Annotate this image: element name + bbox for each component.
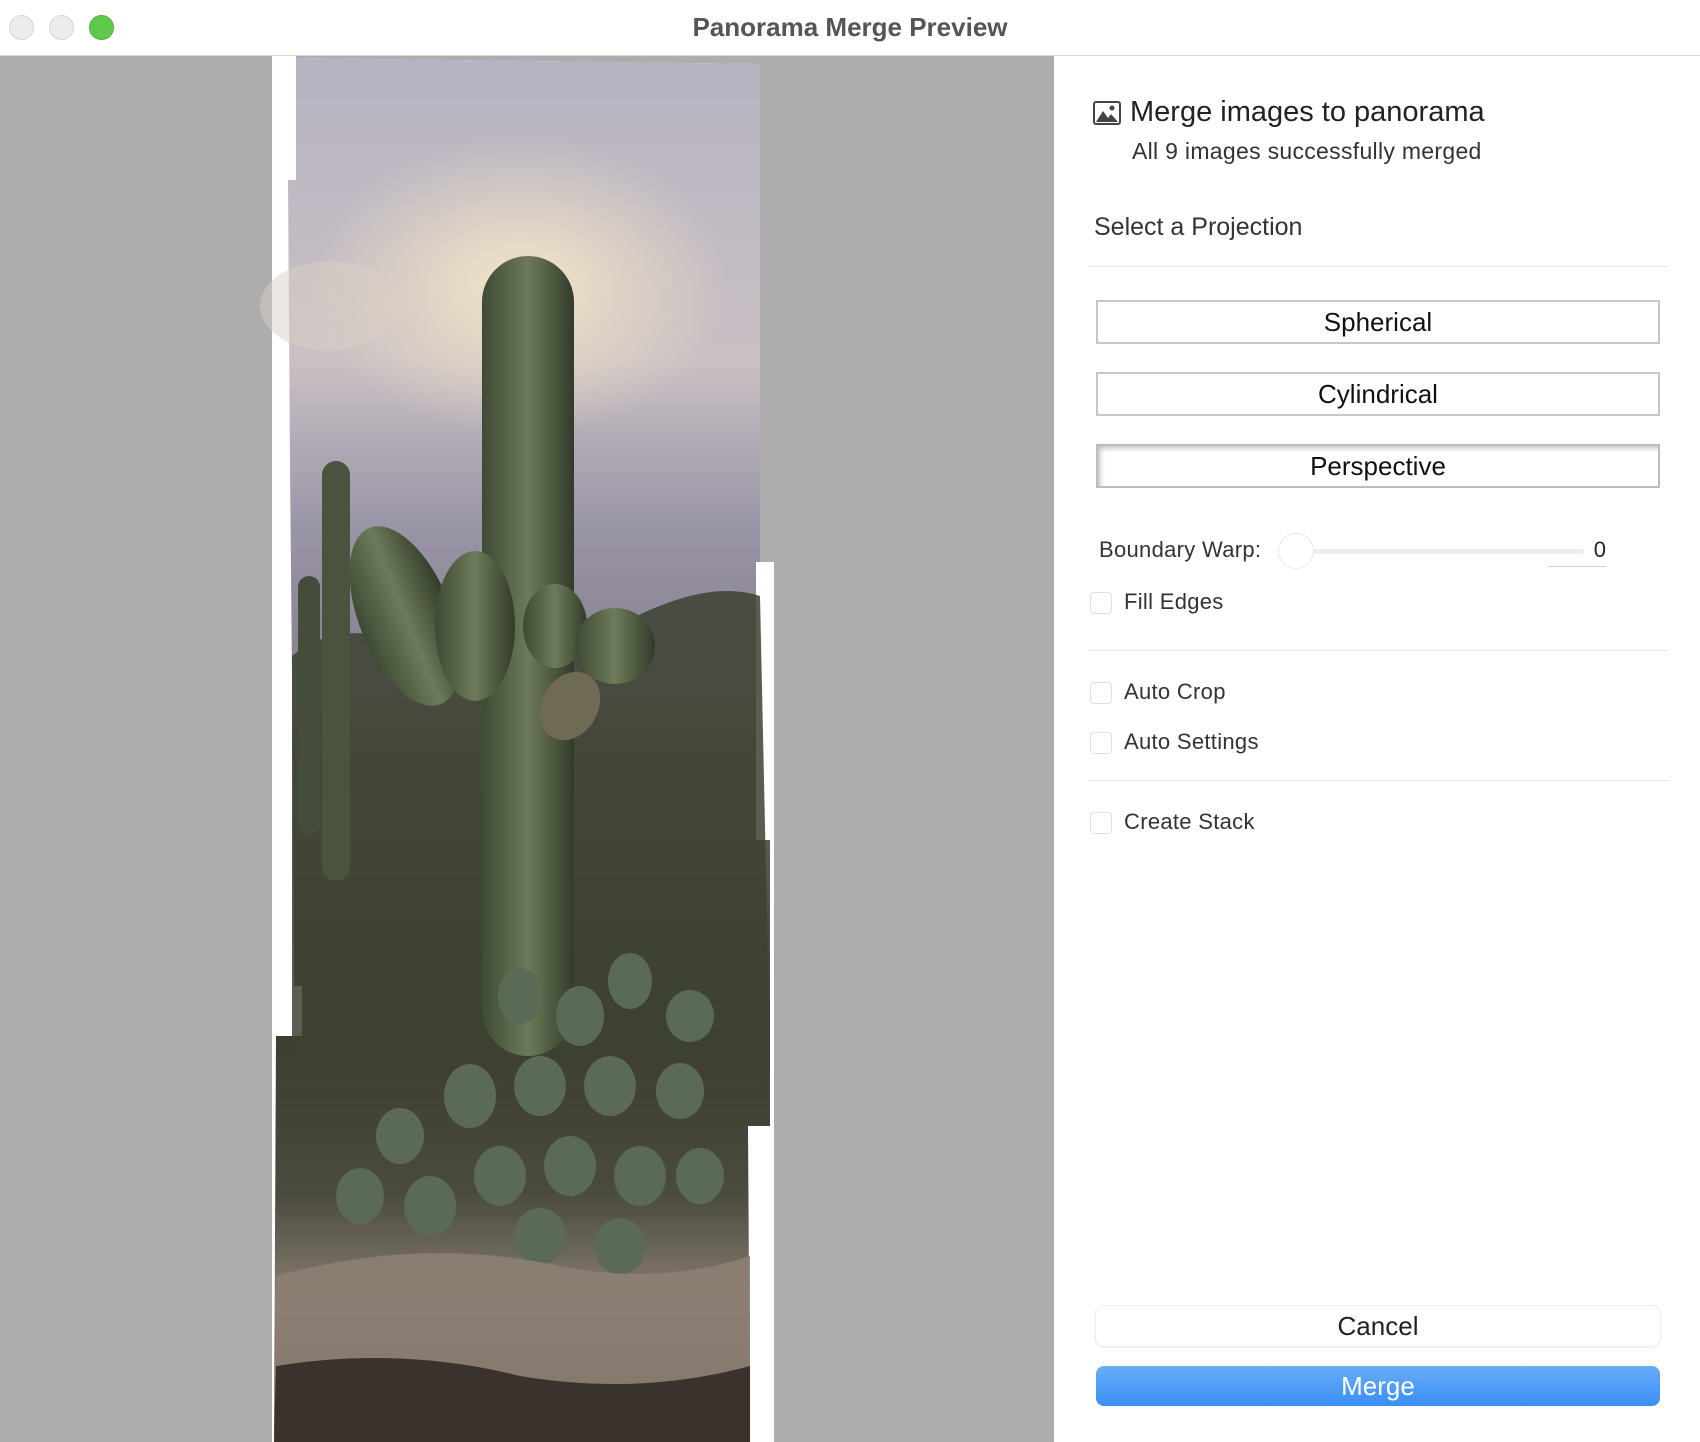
boundary-warp-label: Boundary Warp: (1099, 537, 1262, 562)
background-cactus (298, 576, 320, 836)
auto-crop-label: Auto Crop (1124, 679, 1226, 704)
fill-edges-label: Fill Edges (1124, 589, 1224, 614)
merge-button[interactable]: Merge (1096, 1366, 1660, 1406)
image-icon (1093, 101, 1121, 125)
divider (1088, 780, 1668, 781)
background-cactus (322, 461, 350, 881)
auto-crop-checkbox[interactable] (1090, 682, 1112, 704)
panorama-merge-window: Panorama Merge Preview Merge images to p… (0, 0, 1700, 1442)
spherical-projection-button[interactable]: Spherical (1096, 300, 1660, 344)
divider (1088, 266, 1668, 267)
merge-options-panel: Merge images to panorama All 9 images su… (1054, 56, 1700, 1442)
zoom-window-button[interactable] (89, 15, 114, 40)
title-bar: Panorama Merge Preview (0, 0, 1700, 56)
cancel-button[interactable]: Cancel (1096, 1306, 1660, 1346)
fill-edges-checkbox[interactable] (1090, 592, 1112, 614)
panel-title: Merge images to panorama (1130, 96, 1485, 128)
divider (1088, 650, 1668, 651)
saguaro-arm (575, 608, 655, 684)
close-window-button[interactable] (9, 15, 34, 40)
panorama-preview-area (0, 56, 1054, 1442)
auto-settings-label: Auto Settings (1124, 729, 1259, 754)
create-stack-checkbox[interactable] (1090, 812, 1112, 834)
cylindrical-projection-button[interactable]: Cylindrical (1096, 372, 1660, 416)
perspective-projection-button[interactable]: Perspective (1096, 444, 1660, 488)
panorama-preview-image (260, 56, 774, 1442)
cloud (260, 261, 400, 351)
create-stack-label: Create Stack (1124, 809, 1255, 834)
boundary-warp-slider-track[interactable] (1294, 549, 1584, 554)
window-title: Panorama Merge Preview (692, 12, 1008, 42)
saguaro-arm (435, 551, 515, 701)
minimize-window-button[interactable] (49, 15, 74, 40)
auto-settings-checkbox[interactable] (1090, 732, 1112, 754)
merge-status-text: All 9 images successfully merged (1132, 138, 1482, 164)
projection-section-label: Select a Projection (1094, 213, 1303, 241)
boundary-warp-slider-thumb[interactable] (1279, 534, 1313, 568)
boundary-warp-value-field[interactable]: 0 (1548, 534, 1606, 567)
